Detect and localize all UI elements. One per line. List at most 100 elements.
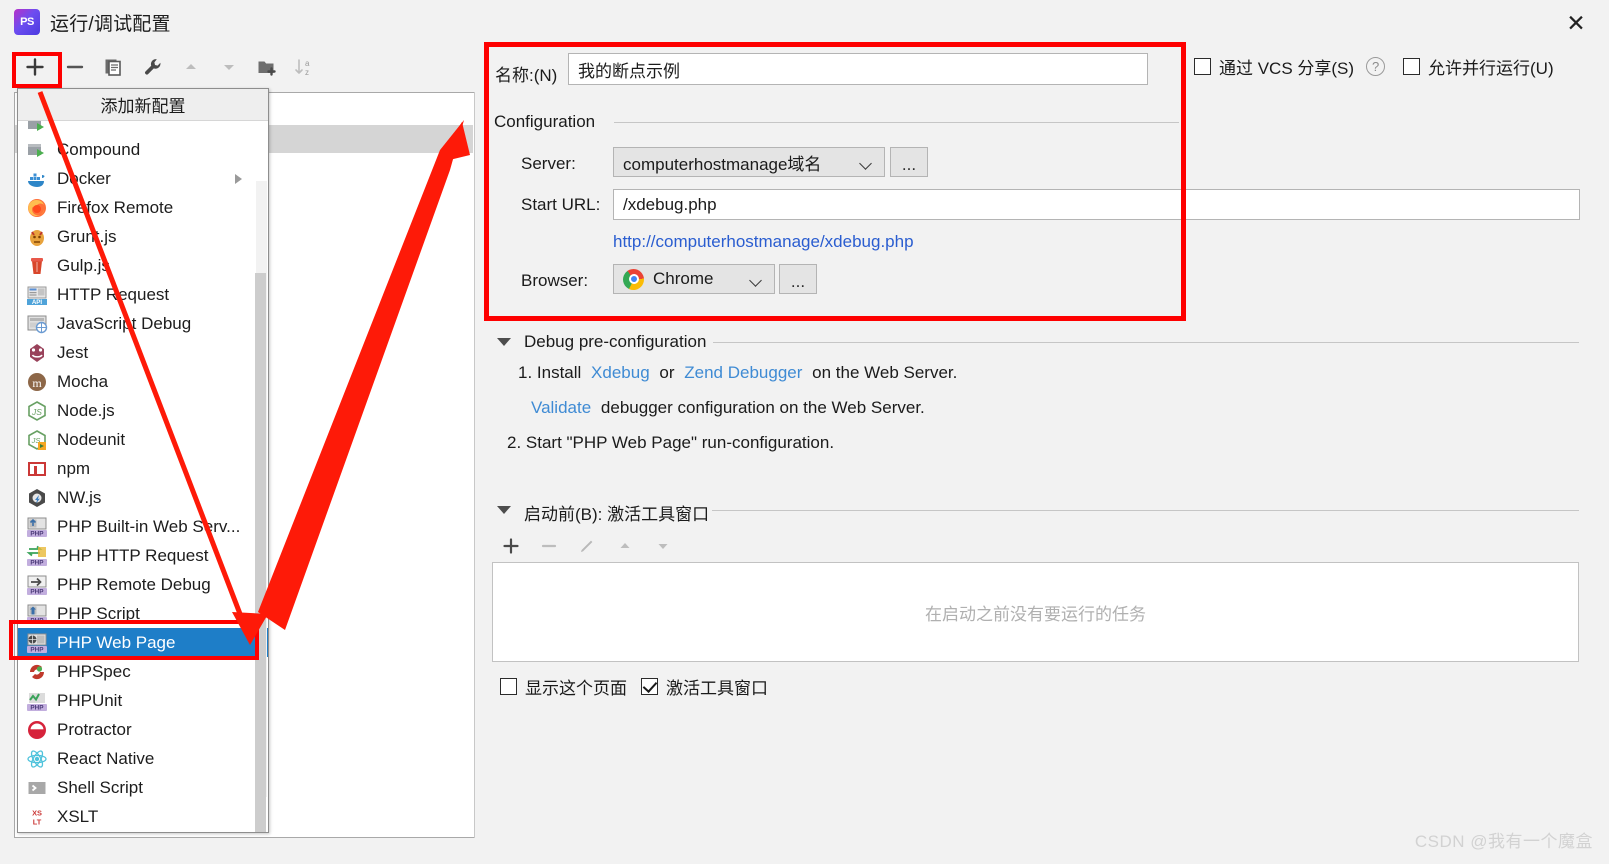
show-page-label: 显示这个页面 — [525, 679, 627, 698]
svg-text:LT: LT — [33, 817, 42, 826]
add-task-button[interactable] — [492, 531, 530, 561]
xdebug-link[interactable]: Xdebug — [591, 363, 650, 382]
svg-text:JS: JS — [31, 407, 42, 417]
chevron-down-icon — [751, 276, 762, 283]
popup-item-xslt[interactable]: XS LT XSLT — [18, 802, 268, 831]
popup-item-compound[interactable]: Compound — [18, 135, 268, 164]
browser-browse-button[interactable]: ... — [779, 264, 817, 294]
popup-item-php-http-request[interactable]: PHP PHP HTTP Request — [18, 541, 268, 570]
popup-item-npm[interactable]: npm — [18, 454, 268, 483]
popup-scrollbar-thumb[interactable] — [255, 273, 266, 832]
svg-text:PHP: PHP — [30, 530, 44, 537]
triangle-down-icon[interactable] — [212, 50, 246, 84]
popup-item-javascript-debug[interactable]: JavaScript Debug — [18, 309, 268, 338]
show-page-checkbox[interactable] — [500, 678, 517, 695]
svg-text:m: m — [32, 376, 42, 390]
allow-parallel-checkbox-row[interactable]: 允许并行运行(U) — [1403, 54, 1554, 79]
activate-tool-window-label: 激活工具窗口 — [666, 679, 768, 698]
popup-item-label: Gulp.js — [57, 256, 110, 275]
group-divider — [614, 122, 1179, 123]
triangle-up-icon[interactable] — [174, 50, 208, 84]
run-debug-configurations-dialog: PS 运行/调试配置 ✕ a z 添加新配置 Compound Docker F… — [0, 0, 1609, 864]
section-divider — [712, 510, 1579, 511]
phpspec-icon — [26, 661, 48, 683]
nodeunit-icon: JS — [26, 429, 48, 451]
xslt-icon: XS LT — [26, 806, 48, 828]
sort-az-icon[interactable]: a z — [288, 50, 322, 84]
section-divider — [713, 342, 1579, 343]
popup-item-docker[interactable]: Docker — [18, 164, 268, 193]
docker-icon — [26, 168, 48, 190]
add-configuration-button[interactable] — [18, 50, 52, 84]
partial-icon — [26, 121, 48, 135]
nodejs-icon: JS — [26, 400, 48, 422]
triangle-up-icon[interactable] — [606, 531, 644, 561]
popup-item-label: PHP HTTP Request — [57, 546, 209, 565]
validate-link[interactable]: Validate — [531, 398, 591, 417]
list-item-partial[interactable] — [18, 121, 268, 135]
popup-item-firefox-remote[interactable]: Firefox Remote — [18, 193, 268, 222]
before-launch-collapse-icon[interactable] — [497, 506, 511, 514]
popup-item-phpspec[interactable]: PHPSpec — [18, 657, 268, 686]
popup-item-gulp-js[interactable]: Gulp.js — [18, 251, 268, 280]
share-vcs-checkbox[interactable] — [1194, 58, 1211, 75]
popup-item-http-request[interactable]: API HTTP Request — [18, 280, 268, 309]
debug-pre-collapse-icon[interactable] — [497, 338, 511, 346]
popup-item-php-remote-debug[interactable]: PHP PHP Remote Debug — [18, 570, 268, 599]
question-mark-icon[interactable]: ? — [1366, 57, 1386, 76]
close-icon[interactable]: ✕ — [1561, 8, 1591, 38]
page-title: 运行/调试配置 — [50, 14, 171, 35]
configurations-toolbar: a z — [0, 48, 475, 92]
svg-text:PHP: PHP — [30, 704, 44, 711]
svg-text:PHP: PHP — [30, 559, 44, 566]
pencil-icon[interactable] — [568, 531, 606, 561]
start-url-input[interactable] — [613, 189, 1580, 220]
wrench-icon[interactable] — [136, 50, 170, 84]
step1-mid: or — [659, 363, 675, 382]
chevron-down-icon — [861, 159, 872, 166]
popup-item-phpunit[interactable]: PHP PHPUnit — [18, 686, 268, 715]
popup-scrollbar-track[interactable] — [255, 181, 267, 832]
copy-icon[interactable] — [96, 50, 130, 84]
popup-item-node-js[interactable]: JS Node.js — [18, 396, 268, 425]
popup-item-nw-js[interactable]: NW.js — [18, 483, 268, 512]
browser-select[interactable]: Chrome — [613, 264, 775, 294]
popup-item-label: PHP Built-in Web Serv... — [57, 517, 241, 536]
allow-parallel-checkbox[interactable] — [1403, 58, 1420, 75]
name-input[interactable] — [568, 53, 1148, 85]
popup-item-jest[interactable]: Jest — [18, 338, 268, 367]
popup-item-grunt-js[interactable]: Grunt.js — [18, 222, 268, 251]
popup-item-php-script[interactable]: PHP PHP Script — [18, 599, 268, 628]
remove-task-button[interactable] — [530, 531, 568, 561]
popup-item-label: PHPSpec — [57, 662, 131, 681]
activate-tool-window-checkbox-row[interactable]: 激活工具窗口 — [641, 674, 768, 699]
nwjs-icon — [26, 487, 48, 509]
debug-step-validate: Validate debugger configuration on the W… — [531, 398, 930, 418]
popup-item-mocha[interactable]: m Mocha — [18, 367, 268, 396]
gulp-icon — [26, 255, 48, 277]
step1-suffix: on the Web Server. — [812, 363, 958, 382]
popup-item-protractor[interactable]: Protractor — [18, 715, 268, 744]
popup-item-shell-script[interactable]: Shell Script — [18, 773, 268, 802]
triangle-down-icon[interactable] — [644, 531, 682, 561]
zend-debugger-link[interactable]: Zend Debugger — [684, 363, 802, 382]
phpstorm-icon: PS — [14, 9, 40, 35]
remove-configuration-button[interactable] — [58, 50, 92, 84]
allow-parallel-label: 允许并行运行(U) — [1428, 59, 1554, 78]
debug-pre-title: Debug pre-configuration — [524, 332, 707, 351]
shell-script-icon — [26, 777, 48, 799]
url-preview-link[interactable]: http://computerhostmanage/xdebug.php — [613, 232, 914, 252]
popup-item-label: Mocha — [57, 372, 109, 391]
server-select[interactable]: computerhostmanage域名 — [613, 147, 885, 177]
before-launch-task-list[interactable]: 在启动之前没有要运行的任务 — [492, 562, 1579, 662]
popup-item-label: PHP Web Page — [57, 633, 176, 652]
popup-item-php-built-in-web-serv[interactable]: PHP PHP Built-in Web Serv... — [18, 512, 268, 541]
server-browse-button[interactable]: ... — [890, 147, 928, 177]
folder-add-icon[interactable] — [250, 50, 284, 84]
share-vcs-checkbox-row[interactable]: 通过 VCS 分享(S) ? — [1194, 54, 1386, 79]
popup-item-react-native[interactable]: React Native — [18, 744, 268, 773]
popup-item-php-web-page[interactable]: PHP PHP Web Page — [18, 628, 268, 657]
popup-item-nodeunit[interactable]: JS Nodeunit — [18, 425, 268, 454]
activate-tool-window-checkbox[interactable] — [641, 678, 658, 695]
show-page-checkbox-row[interactable]: 显示这个页面 — [500, 674, 627, 699]
